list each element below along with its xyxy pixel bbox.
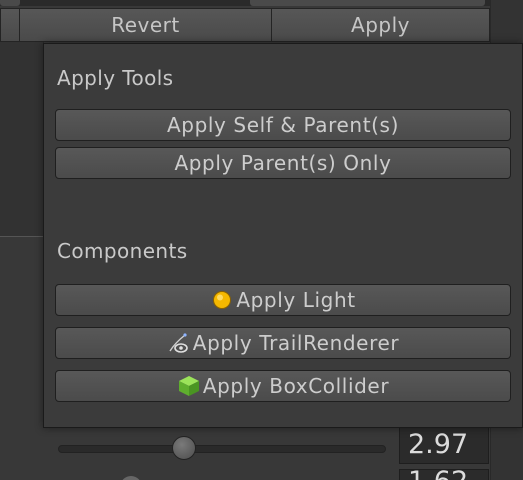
- apply-trail-renderer-label: Apply TrailRenderer: [192, 331, 400, 355]
- divider: [0, 236, 44, 237]
- apply-light-button[interactable]: Apply Light: [55, 284, 511, 316]
- apply-tools-title: Apply Tools: [57, 66, 174, 90]
- slider-thumb[interactable]: [172, 436, 196, 460]
- box-collider-icon: [177, 374, 201, 398]
- revert-button[interactable]: Revert: [19, 8, 272, 42]
- slider-value-field-2[interactable]: 1.62: [399, 469, 489, 480]
- trail-renderer-icon: [167, 331, 191, 355]
- apply-box-collider-button[interactable]: Apply BoxCollider: [55, 370, 511, 402]
- apply-light-label: Apply Light: [236, 288, 356, 312]
- apply-trail-renderer-button[interactable]: Apply TrailRenderer: [55, 327, 511, 359]
- apply-parents-only-label: Apply Parent(s) Only: [174, 151, 392, 175]
- components-title: Components: [57, 239, 188, 263]
- inspector-left-panel: [0, 42, 44, 237]
- top-strip: [0, 0, 523, 6]
- apply-parents-only-button[interactable]: Apply Parent(s) Only: [55, 147, 511, 179]
- light-icon: [210, 288, 234, 312]
- apply-overrides-popup: Apply Tools Apply Self & Parent(s) Apply…: [43, 43, 523, 428]
- apply-button[interactable]: Apply: [271, 8, 490, 42]
- apply-self-and-parents-button[interactable]: Apply Self & Parent(s): [55, 109, 511, 141]
- apply-box-collider-label: Apply BoxCollider: [202, 374, 390, 398]
- slider-track[interactable]: [58, 445, 386, 453]
- slider-thumb-2[interactable]: [120, 476, 142, 480]
- left-toolbar-button[interactable]: [0, 8, 20, 42]
- apply-self-and-parents-label: Apply Self & Parent(s): [167, 113, 399, 137]
- slider-value-field[interactable]: 2.97: [399, 424, 489, 464]
